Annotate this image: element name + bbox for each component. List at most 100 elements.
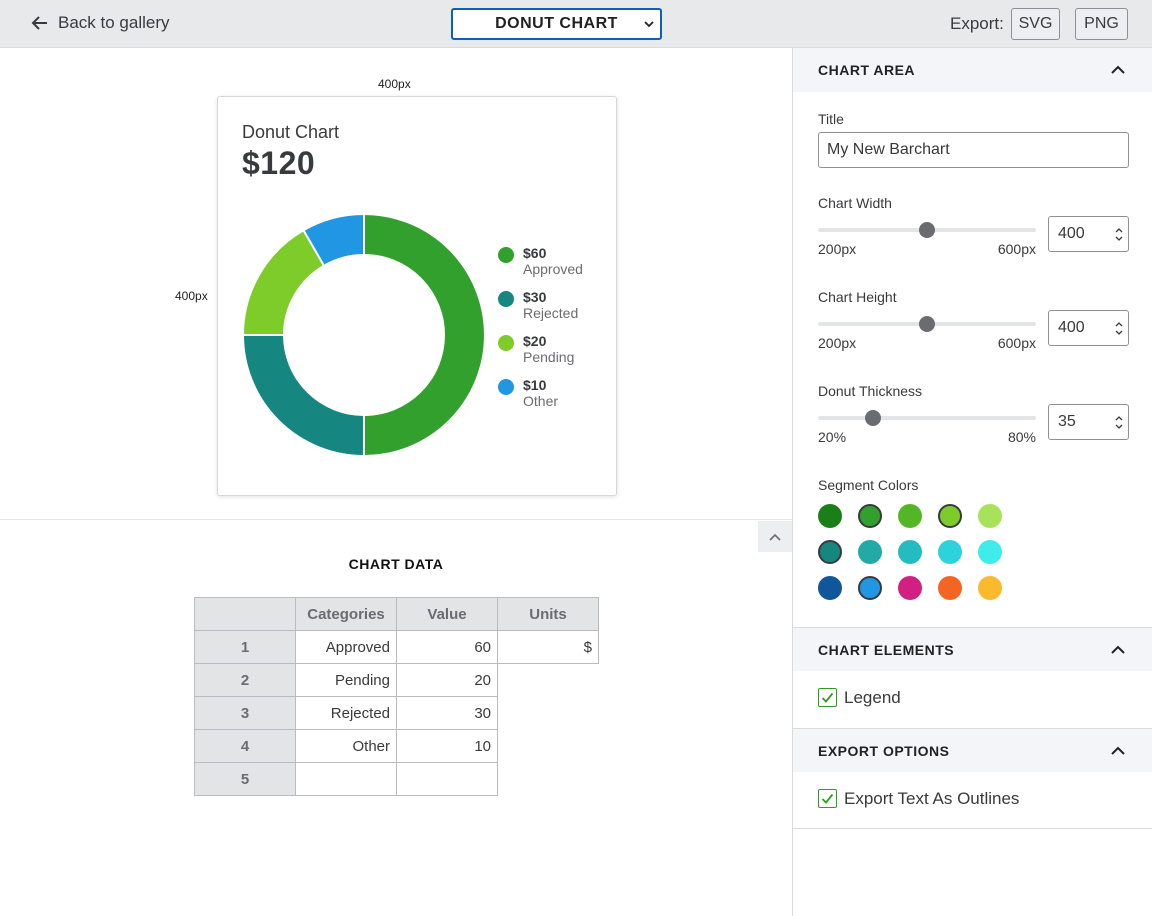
chart-type-select[interactable]: DONUT CHART [451, 8, 662, 40]
chevron-down-icon [644, 21, 654, 28]
value-cell[interactable]: 60 [396, 630, 498, 664]
chart-title: Donut Chart [242, 122, 340, 142]
chart-height-input[interactable]: 400 [1048, 310, 1129, 346]
color-swatch[interactable] [898, 540, 922, 564]
legend-label: Pending [523, 349, 575, 365]
legend-value: $10 [523, 377, 547, 393]
legend-swatch [498, 247, 514, 263]
color-swatch[interactable] [938, 576, 962, 600]
column-header-categories: Categories [295, 597, 397, 631]
color-swatch[interactable] [898, 576, 922, 600]
chevron-up-icon [1111, 65, 1125, 74]
export-png-button[interactable]: PNG [1075, 8, 1128, 40]
legend-value: $60 [523, 245, 547, 261]
empty-cell [498, 664, 599, 697]
legend-label: Other [523, 393, 559, 409]
chart-height-value: 400 [1058, 319, 1085, 336]
donut-thickness-label: Donut Thickness [818, 383, 923, 399]
slider-thumb[interactable] [919, 222, 935, 238]
value-cell[interactable]: 20 [396, 663, 498, 697]
spinner-arrows-icon[interactable] [1115, 415, 1123, 430]
back-to-gallery-link[interactable]: Back to gallery [30, 13, 170, 33]
chart-height-slider[interactable] [818, 316, 1036, 332]
legend-swatch [498, 379, 514, 395]
table-row: 5 [194, 762, 599, 796]
color-swatch[interactable] [858, 576, 882, 600]
chart-type-value: DONUT CHART [495, 15, 618, 32]
chart-total: $120 [242, 145, 316, 181]
color-swatch[interactable] [978, 540, 1002, 564]
chevron-up-icon [769, 533, 781, 541]
spinner-arrows-icon[interactable] [1115, 321, 1123, 336]
legend-item: $60 Approved [498, 245, 583, 289]
export-outlines-checkbox[interactable] [818, 789, 837, 808]
table-row: 3 Rejected 30 [194, 696, 599, 730]
legend-checkbox-label: Legend [844, 688, 901, 707]
slider-thumb[interactable] [864, 410, 881, 426]
chart-height-label: Chart Height [818, 289, 897, 305]
legend-item: $20 Pending [498, 333, 583, 377]
legend-value: $30 [523, 289, 547, 305]
donut-chart [242, 213, 486, 457]
slider-max-label: 80% [1007, 429, 1036, 445]
color-swatch[interactable] [978, 576, 1002, 600]
section-title: EXPORT OPTIONS [818, 742, 950, 759]
color-swatch[interactable] [858, 504, 882, 528]
chart-width-value: 400 [1058, 225, 1085, 242]
color-swatch[interactable] [978, 504, 1002, 528]
color-swatch[interactable] [818, 576, 842, 600]
row-number: 3 [194, 696, 296, 730]
color-swatch[interactable] [818, 540, 842, 564]
segment-colors-label: Segment Colors [818, 477, 919, 493]
settings-panel: CHART AREA Title My New Barchart Chart W… [792, 48, 1152, 916]
color-swatch[interactable] [818, 504, 842, 528]
value-cell[interactable]: 10 [396, 729, 498, 763]
legend-item: $30 Rejected [498, 289, 583, 333]
chart-canvas: 400px 400px Donut Chart $120 $60 Approve… [0, 48, 792, 520]
category-cell[interactable]: Pending [295, 663, 397, 697]
checkmark-icon [821, 692, 834, 703]
slider-max-label: 600px [997, 335, 1036, 351]
chart-data-heading: CHART DATA [348, 556, 444, 572]
chart-data-table: Categories Value Units 1 Approved 60 $ 2… [194, 597, 599, 796]
units-cell[interactable]: $ [497, 630, 599, 664]
chart-area-section-header[interactable]: CHART AREA [793, 48, 1152, 92]
title-input[interactable]: My New Barchart [818, 132, 1129, 168]
color-swatch[interactable] [938, 540, 962, 564]
section-title: CHART ELEMENTS [818, 641, 955, 658]
color-swatch[interactable] [898, 504, 922, 528]
top-bar: Back to gallery DONUT CHART Export: SVG … [0, 0, 1152, 48]
chart-width-slider[interactable] [818, 222, 1036, 238]
value-cell[interactable] [396, 762, 498, 796]
legend-label: Rejected [523, 305, 579, 321]
table-row: 1 Approved 60 $ [194, 630, 599, 664]
export-svg-button[interactable]: SVG [1011, 8, 1060, 40]
arrow-left-icon [31, 16, 47, 30]
chevron-up-icon [1111, 746, 1125, 755]
empty-cell [498, 730, 599, 763]
chart-width-input[interactable]: 400 [1048, 216, 1129, 252]
collapse-data-button[interactable] [758, 521, 792, 552]
category-cell[interactable]: Other [295, 729, 397, 763]
donut-thickness-input[interactable]: 35 [1048, 404, 1129, 440]
value-cell[interactable]: 30 [396, 696, 498, 730]
donut-segment-approved [363, 213, 486, 457]
empty-cell [498, 697, 599, 730]
slider-thumb[interactable] [919, 316, 935, 332]
color-swatch[interactable] [858, 540, 882, 564]
legend-swatch [498, 335, 514, 351]
chart-elements-section-header[interactable]: CHART ELEMENTS [793, 627, 1152, 671]
row-number: 2 [194, 663, 296, 697]
chart-preview-card: Donut Chart $120 $60 Approved $30 Reject… [217, 96, 617, 496]
category-cell[interactable]: Rejected [295, 696, 397, 730]
donut-thickness-slider[interactable] [818, 410, 1036, 426]
category-cell[interactable] [295, 762, 397, 796]
chevron-up-icon [1111, 645, 1125, 654]
row-number: 1 [194, 630, 296, 664]
legend-checkbox[interactable] [818, 688, 837, 707]
spinner-arrows-icon[interactable] [1115, 227, 1123, 242]
corner-cell [194, 597, 296, 631]
color-swatch[interactable] [938, 504, 962, 528]
export-options-section-header[interactable]: EXPORT OPTIONS [793, 728, 1152, 772]
category-cell[interactable]: Approved [295, 630, 397, 664]
